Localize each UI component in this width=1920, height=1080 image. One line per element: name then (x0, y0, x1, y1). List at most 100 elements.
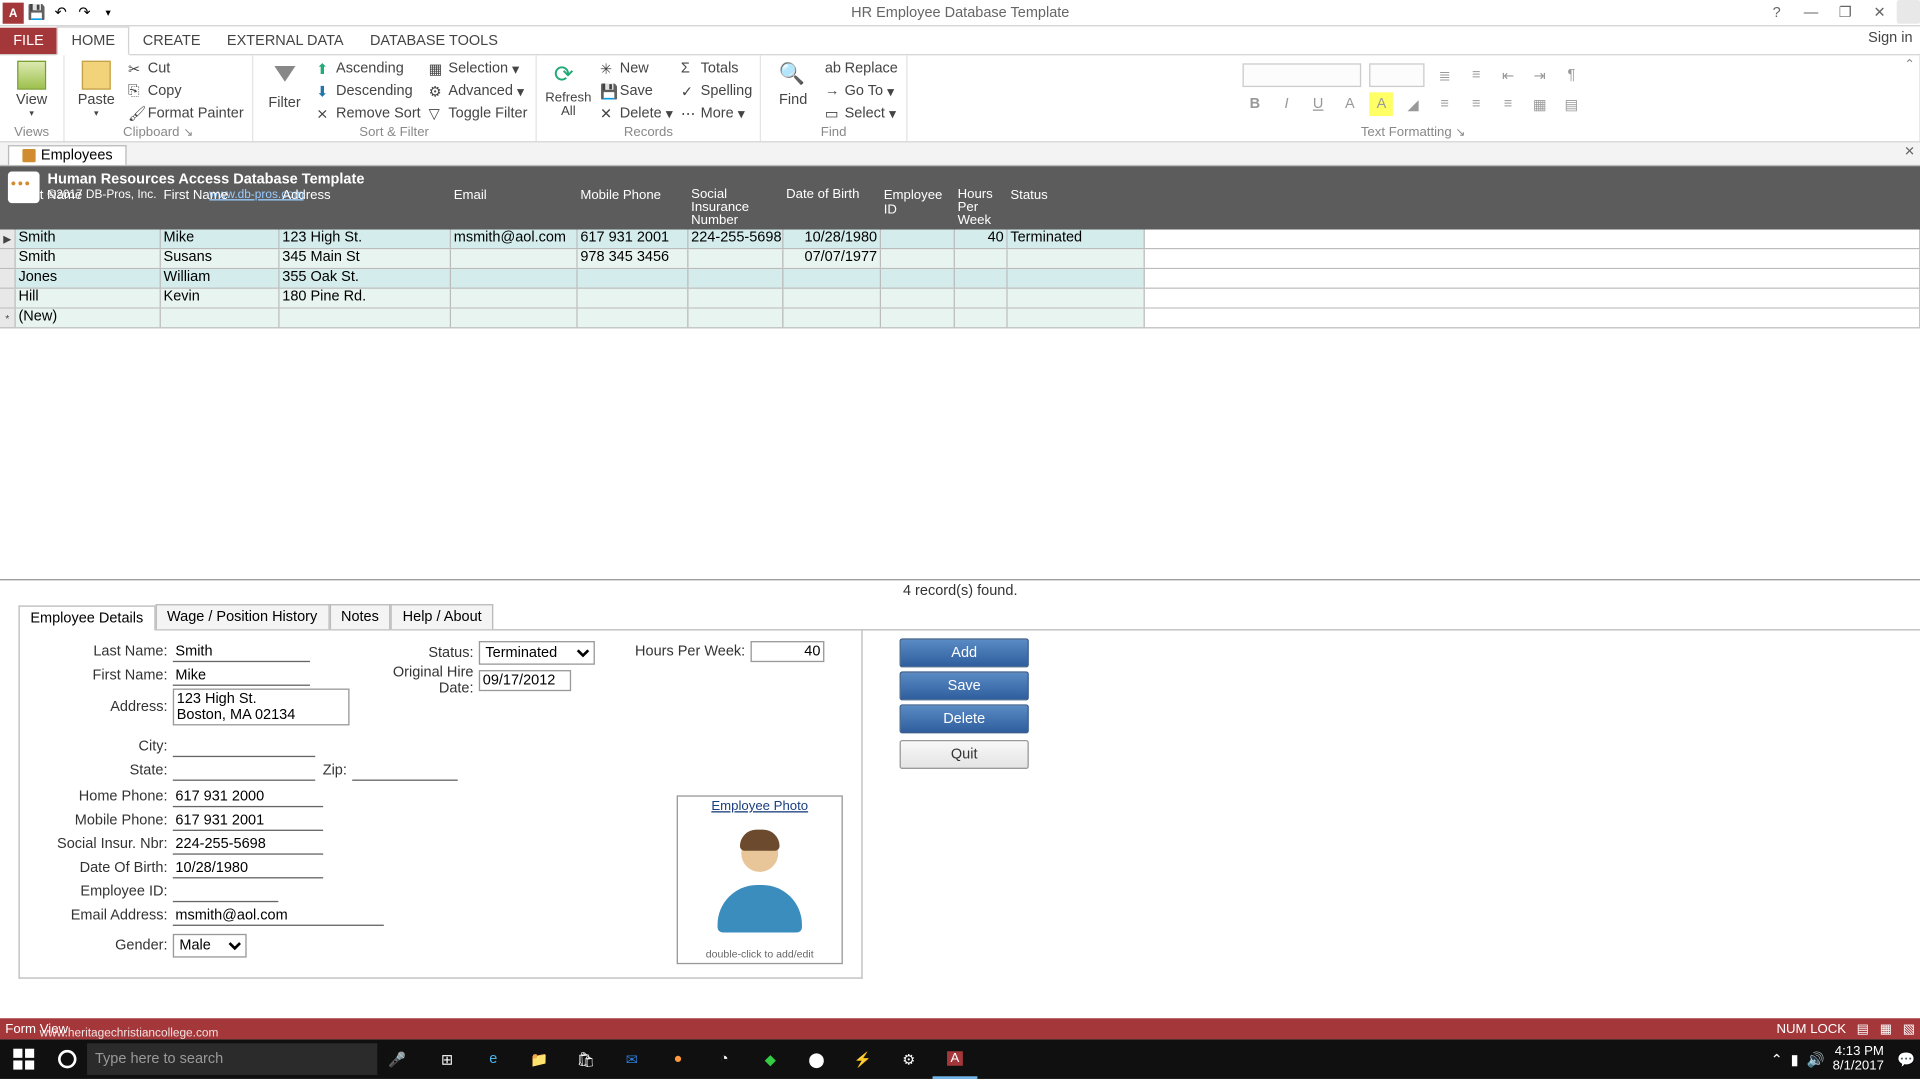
tab-help-about[interactable]: Help / About (391, 604, 494, 629)
add-button[interactable]: Add (900, 638, 1029, 667)
row-selector-icon[interactable]: ▶ (0, 230, 16, 248)
advanced-button[interactable]: ⚙Advanced ▾ (429, 80, 528, 101)
align-right-button[interactable]: ≡ (1496, 92, 1520, 116)
zip-input[interactable] (352, 760, 458, 781)
spelling-button[interactable]: ✓Spelling (681, 80, 752, 101)
delete-button[interactable]: Delete (900, 704, 1029, 733)
mic-icon[interactable]: 🎤 (377, 1051, 417, 1068)
dob-input[interactable] (173, 857, 323, 878)
new-row-icon[interactable]: * (0, 309, 16, 327)
taskview-button[interactable]: ⊞ (425, 1039, 470, 1079)
totals-button[interactable]: ΣTotals (681, 58, 752, 79)
col-dob[interactable]: Date of Birth (783, 187, 881, 229)
table-row[interactable]: ▶ Smith Mike 123 High St. msmith@aol.com… (0, 230, 1920, 250)
view-layout-icon[interactable]: ▧ (1903, 1022, 1915, 1037)
mobile-phone-input[interactable] (173, 810, 323, 831)
hpw-input[interactable] (751, 641, 825, 662)
tab-wage-position[interactable]: Wage / Position History (155, 604, 329, 629)
col-hpw[interactable]: Hours Per Week (955, 187, 1008, 229)
tab-create[interactable]: CREATE (130, 28, 214, 54)
numbering-button[interactable]: ≡ (1465, 63, 1489, 87)
tray-up-icon[interactable]: ⌃ (1771, 1051, 1783, 1068)
start-button[interactable] (0, 1039, 47, 1079)
volume-icon[interactable]: 🔊 (1807, 1051, 1825, 1068)
cut-button[interactable]: ✂Cut (128, 58, 244, 79)
col-email[interactable]: Email (451, 187, 578, 229)
underline-button[interactable]: U (1306, 92, 1330, 116)
sin-input[interactable] (173, 834, 323, 855)
address-input[interactable]: 123 High St. Boston, MA 02134 (173, 689, 350, 726)
tab-database-tools[interactable]: DATABASE TOOLS (357, 28, 511, 54)
bullets-button[interactable]: ≣ (1433, 63, 1457, 87)
clipboard-launcher-icon[interactable]: ↘ (183, 125, 193, 138)
format-painter-button[interactable]: 🖌Format Painter (128, 103, 244, 124)
chrome-button[interactable]: ◔ (702, 1039, 747, 1079)
descending-button[interactable]: ⬇Descending (316, 80, 420, 101)
filter-button[interactable]: Filter (261, 58, 308, 124)
empid-input[interactable] (173, 881, 279, 902)
highlight-button[interactable]: A (1370, 92, 1394, 116)
remove-sort-button[interactable]: ⨯Remove Sort (316, 103, 420, 124)
more-button[interactable]: ⋯More ▾ (681, 103, 752, 124)
app1-button[interactable]: ◆ (748, 1039, 793, 1079)
employee-photo-panel[interactable]: Employee Photo double-click to add/edit (677, 795, 843, 964)
bold-button[interactable]: B (1243, 92, 1267, 116)
collapse-ribbon-icon[interactable]: ⌃ (1904, 58, 1915, 73)
doctab-employees[interactable]: Employees (8, 145, 127, 165)
col-status[interactable]: Status (1008, 187, 1145, 229)
ltr-button[interactable]: ¶ (1560, 63, 1584, 87)
maximize-icon[interactable]: ❐ (1828, 0, 1862, 26)
search-input[interactable]: Type here to search (87, 1043, 377, 1075)
user-icon[interactable] (1897, 0, 1920, 23)
qat-customize-icon[interactable]: ▾ (98, 2, 119, 23)
view-button[interactable]: View ▾ (8, 58, 55, 119)
align-center-button[interactable]: ≡ (1465, 92, 1489, 116)
table-row[interactable]: Jones William 355 Oak St. (0, 269, 1920, 289)
app4-button[interactable]: ⚙ (886, 1039, 931, 1079)
network-icon[interactable]: ▮ (1791, 1051, 1799, 1068)
row-selector-icon[interactable] (0, 249, 16, 267)
paste-button[interactable]: Paste ▾ (73, 58, 120, 124)
fill-color-button[interactable]: ◢ (1401, 92, 1425, 116)
italic-button[interactable]: I (1275, 92, 1299, 116)
selection-button[interactable]: ▦Selection ▾ (429, 58, 528, 79)
firefox-button[interactable]: ● (656, 1039, 701, 1079)
help-icon[interactable]: ? (1760, 0, 1794, 26)
email-input[interactable] (173, 905, 384, 926)
close-doctab-icon[interactable]: ✕ (1904, 145, 1915, 160)
clock[interactable]: 4:13 PM8/1/2017 (1833, 1045, 1890, 1074)
tab-notes[interactable]: Notes (329, 604, 391, 629)
quit-button[interactable]: Quit (900, 740, 1029, 769)
last-name-input[interactable] (173, 641, 310, 662)
row-selector-icon[interactable] (0, 289, 16, 307)
replace-button[interactable]: abReplace (825, 58, 898, 79)
redo-icon[interactable]: ↷ (74, 2, 95, 23)
new-row[interactable]: * (New) (0, 309, 1920, 329)
outlook-button[interactable]: ✉ (609, 1039, 654, 1079)
edge-button[interactable]: e (471, 1039, 516, 1079)
first-name-input[interactable] (173, 665, 310, 686)
col-last-name[interactable]: Last Name (16, 187, 161, 229)
font-size-combo[interactable] (1370, 63, 1425, 87)
store-button[interactable]: 🛍 (563, 1039, 608, 1079)
save-icon[interactable]: 💾 (26, 2, 47, 23)
alt-row-color-button[interactable]: ▤ (1560, 92, 1584, 116)
city-input[interactable] (173, 736, 315, 757)
tab-employee-details[interactable]: Employee Details (18, 605, 155, 630)
app2-button[interactable]: ⬤ (794, 1039, 839, 1079)
col-first-name[interactable]: First Name (161, 187, 280, 229)
view-form-icon[interactable]: ▤ (1857, 1022, 1869, 1037)
undo-icon[interactable]: ↶ (50, 2, 71, 23)
hire-date-input[interactable] (479, 670, 571, 691)
gridlines-button[interactable]: ▦ (1528, 92, 1552, 116)
app3-button[interactable]: ⚡ (840, 1039, 885, 1079)
toggle-filter-button[interactable]: ▽Toggle Filter (429, 103, 528, 124)
gender-select[interactable]: Male (173, 934, 247, 958)
view-datasheet-icon[interactable]: ▦ (1880, 1022, 1892, 1037)
delete-record-button[interactable]: ✕Delete ▾ (600, 103, 673, 124)
minimize-icon[interactable]: — (1794, 0, 1828, 26)
tab-file[interactable]: FILE (0, 28, 57, 54)
col-empid[interactable]: Employee ID (881, 187, 955, 229)
close-icon[interactable]: ✕ (1862, 0, 1896, 26)
refresh-all-button[interactable]: ⟳ Refresh All (545, 58, 592, 124)
